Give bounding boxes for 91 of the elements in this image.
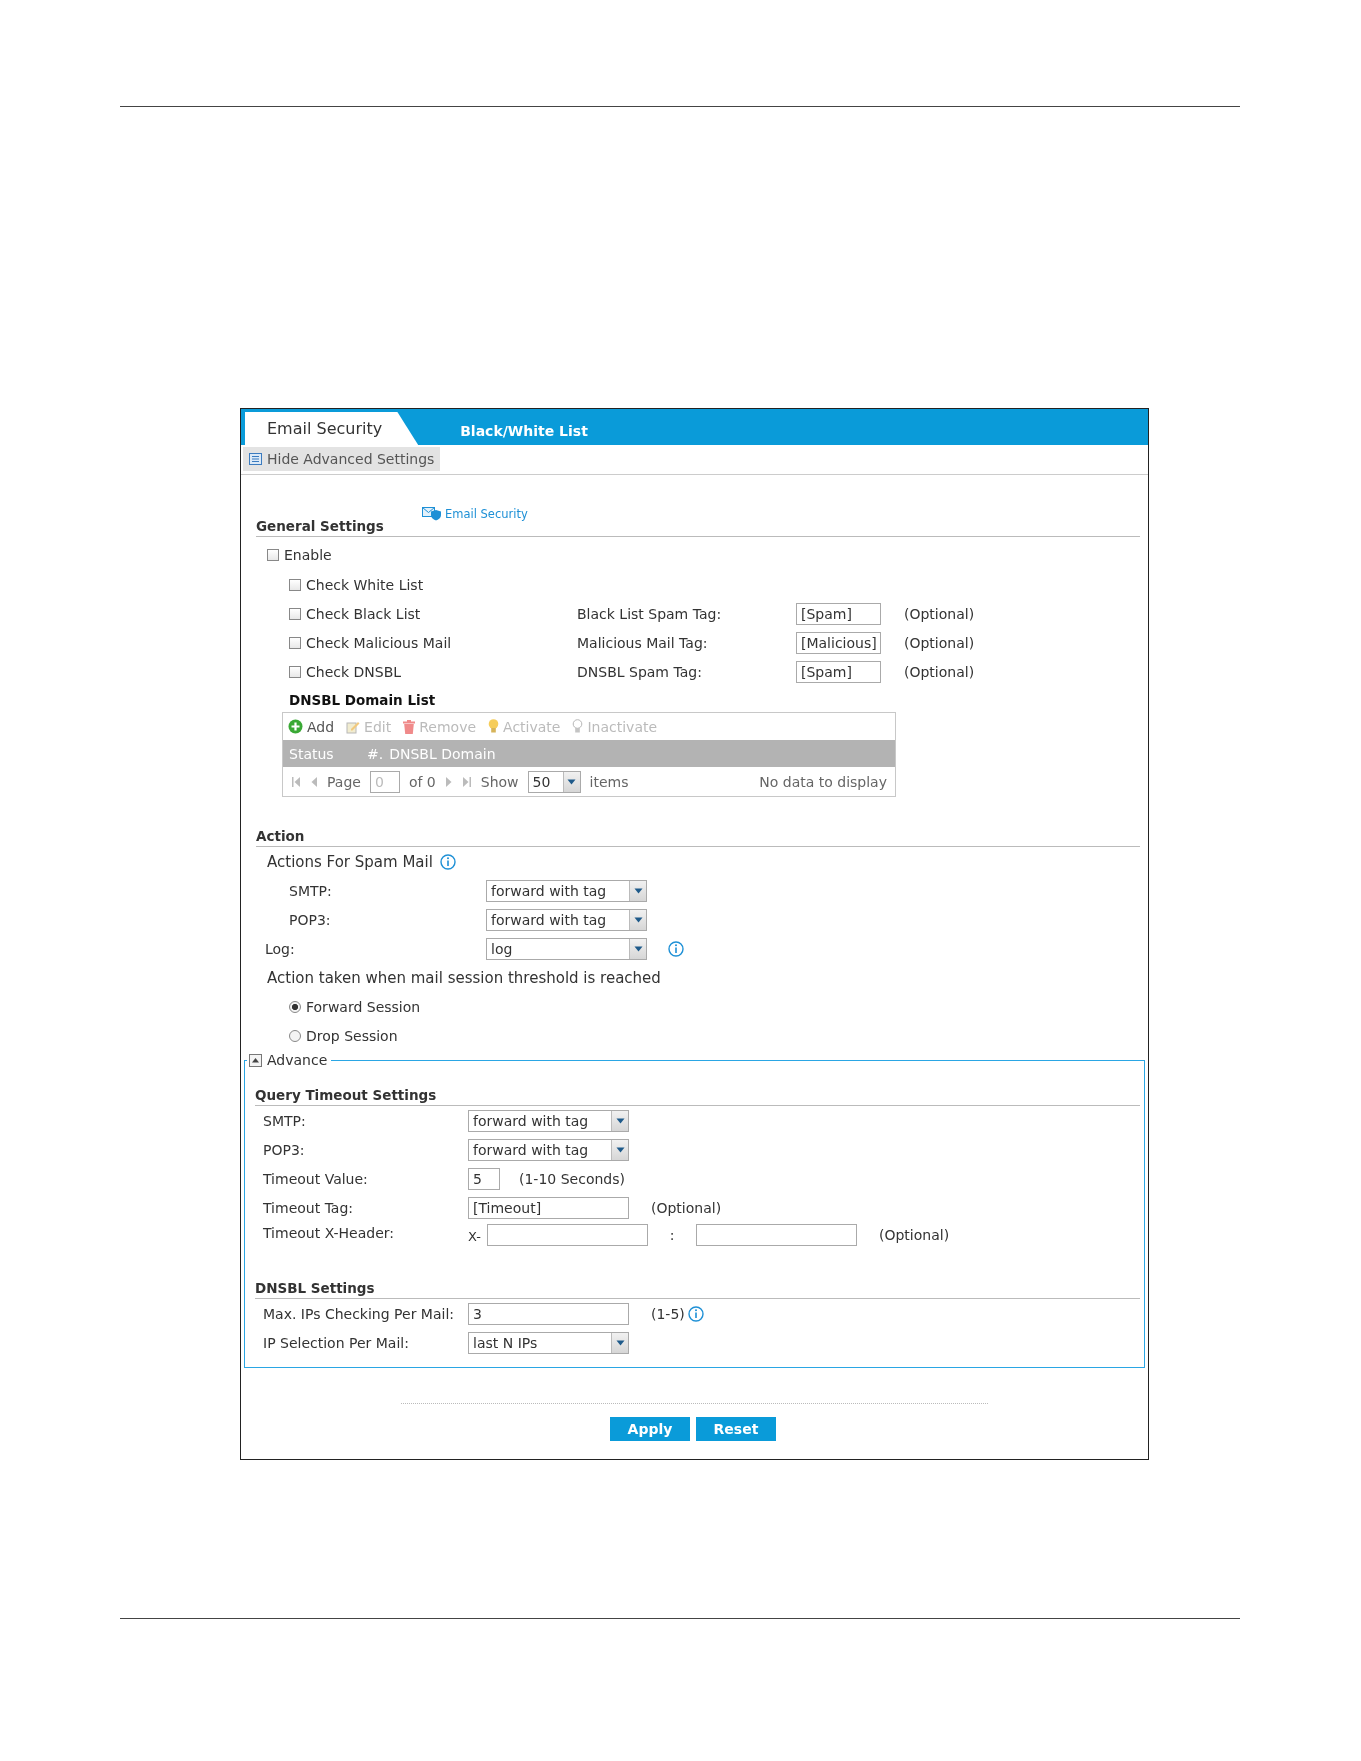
- checkbox[interactable]: [289, 607, 301, 620]
- header-name-field[interactable]: [487, 1224, 648, 1246]
- header-value-field[interactable]: [696, 1224, 857, 1246]
- info-icon[interactable]: [439, 853, 456, 870]
- range-note: (1-5): [651, 1305, 685, 1322]
- dropdown[interactable]: forward with tag: [468, 1109, 629, 1132]
- enable-checkbox[interactable]: Enable: [267, 547, 332, 563]
- optional-note: (Optional): [904, 663, 975, 680]
- caret-icon: [615, 1117, 625, 1124]
- list-icon: [249, 453, 262, 465]
- envelope-shield-icon: [422, 506, 442, 521]
- section-heading: Action: [256, 828, 305, 844]
- timeout-tag-field[interactable]: [Timeout]: [468, 1196, 629, 1219]
- checkbox-label: Check Black List: [306, 605, 421, 622]
- list-title: DNSBL Domain List: [289, 692, 437, 710]
- group-label: Action taken when mail session threshold is reached: [266, 968, 661, 987]
- caret-icon: [633, 887, 643, 894]
- page-count: of 0: [408, 773, 436, 790]
- info-icon[interactable]: [687, 1305, 704, 1322]
- field-label: Max. IPs Checking Per Mail:: [262, 1305, 455, 1322]
- group-label: Actions For Spam Mail: [266, 852, 433, 871]
- tab[interactable]: Email Security: [245, 412, 419, 445]
- tag-field[interactable]: [Malicious]: [796, 631, 881, 654]
- tag-field[interactable]: [Spam]: [796, 660, 881, 683]
- items-label: items: [589, 773, 629, 790]
- show-label: Show: [480, 773, 519, 790]
- info-icon[interactable]: [668, 940, 684, 957]
- checkbox[interactable]: [289, 578, 301, 591]
- range-note: (1-10 Seconds): [519, 1170, 625, 1187]
- add-icon: [288, 719, 303, 734]
- next-page-icon[interactable]: [444, 775, 453, 788]
- section-heading: Query Timeout Settings: [255, 1087, 437, 1103]
- checkbox-label: Enable: [284, 547, 332, 563]
- section-heading: General Settings: [256, 518, 384, 534]
- caret-icon: [615, 1146, 625, 1153]
- checkbox-label: Check DNSBL: [306, 663, 402, 680]
- timeout-value-field[interactable]: 5: [468, 1167, 500, 1190]
- dropdown[interactable]: forward with tag: [486, 879, 647, 902]
- tag-field[interactable]: [Spam]: [796, 602, 881, 625]
- trash-icon: [403, 719, 416, 734]
- optional-note: (Optional): [904, 634, 975, 651]
- dropdown[interactable]: forward with tag: [486, 908, 647, 931]
- hide-advanced-button[interactable]: Hide Advanced Settings: [243, 447, 441, 471]
- previous-page-icon[interactable]: [310, 775, 318, 788]
- radio-label: Drop Session: [306, 1027, 398, 1044]
- edit-icon: [346, 719, 361, 734]
- max-ips-field[interactable]: 3: [468, 1302, 629, 1325]
- radio-button[interactable]: [289, 1000, 301, 1013]
- last-page-icon[interactable]: [461, 775, 472, 788]
- first-page-icon[interactable]: [291, 775, 301, 788]
- optional-note: (Optional): [879, 1226, 950, 1243]
- dropdown[interactable]: forward with tag: [468, 1138, 629, 1161]
- lightbulb-icon: [488, 719, 500, 734]
- prefix-label: X-: [468, 1228, 482, 1244]
- per-page-select[interactable]: 50: [527, 770, 581, 793]
- field-label: SMTP:: [262, 1112, 307, 1129]
- caret-icon: [567, 778, 577, 785]
- field-label: DNSBL Spam Tag:: [577, 663, 702, 680]
- radio-label: Forward Session: [306, 998, 421, 1015]
- caret-icon: [633, 916, 643, 923]
- dropdown[interactable]: log: [486, 937, 647, 960]
- field-label: Timeout Tag:: [262, 1199, 355, 1216]
- field-label: POP3:: [262, 1141, 306, 1158]
- field-label: IP Selection Per Mail:: [262, 1334, 410, 1351]
- caret-icon: [633, 945, 643, 952]
- checkbox[interactable]: [267, 549, 279, 561]
- empty-message: No data to display: [759, 773, 887, 790]
- section-heading: DNSBL Settings: [255, 1280, 375, 1296]
- caret-icon: [615, 1339, 625, 1346]
- field-label: Log:: [264, 940, 296, 957]
- field-label: SMTP:: [288, 882, 333, 899]
- toolbar-button[interactable]: Add: [288, 718, 335, 735]
- field-label: Timeout Value:: [262, 1170, 369, 1187]
- field-label: POP3:: [288, 911, 332, 928]
- lightbulb-icon: [572, 719, 584, 734]
- checkbox-label: Check White List: [306, 576, 424, 593]
- checkbox-label: Check Malicious Mail: [306, 634, 452, 651]
- optional-note: (Optional): [651, 1199, 722, 1216]
- optional-note: (Optional): [904, 605, 975, 622]
- checkbox[interactable]: [289, 636, 301, 649]
- collapse-icon[interactable]: [249, 1053, 262, 1067]
- field-label: Malicious Mail Tag:: [577, 634, 708, 651]
- field-label: Timeout X-Header:: [262, 1224, 396, 1241]
- separator: :: [668, 1226, 676, 1243]
- email-security-link[interactable]: Email Security: [422, 506, 528, 521]
- page-label: Page: [327, 773, 361, 790]
- panel-legend: Advance: [267, 1052, 328, 1068]
- dropdown[interactable]: last N IPs: [468, 1331, 629, 1354]
- field-label: Black List Spam Tag:: [577, 605, 722, 622]
- checkbox[interactable]: [289, 665, 301, 678]
- radio-button[interactable]: [289, 1029, 301, 1042]
